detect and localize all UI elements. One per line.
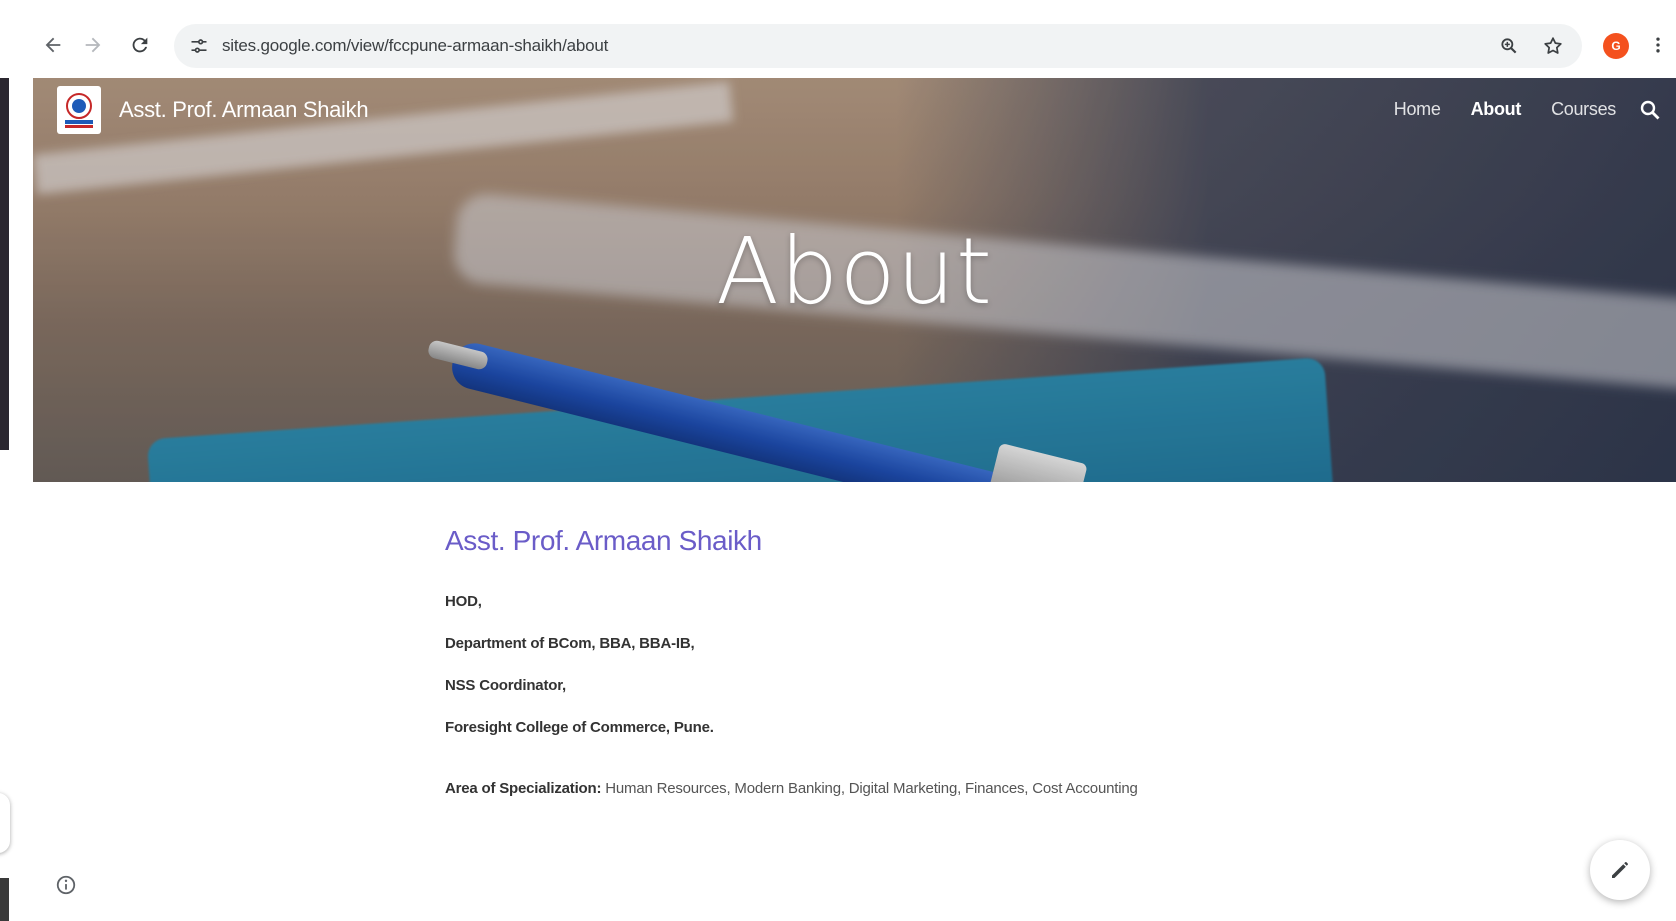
profile-avatar[interactable]: G [1603,33,1629,59]
browser-menu-button[interactable] [1646,30,1670,60]
site-navigation: Home About Courses [1394,99,1617,120]
nav-home[interactable]: Home [1394,99,1441,120]
main-content: Asst. Prof. Armaan Shaikh HOD, Departmen… [445,525,1345,797]
more-vert-icon [1656,37,1660,53]
college-emblem-icon [61,90,97,130]
url-text[interactable]: sites.google.com/view/fccpune-armaan-sha… [222,36,608,56]
site-logo[interactable] [57,86,101,134]
site-info-icon[interactable] [184,31,214,61]
specialization-value: Human Resources, Modern Banking, Digital… [601,780,1138,797]
browser-toolbar: sites.google.com/view/fccpune-armaan-sha… [0,0,1676,78]
left-panel-edge [0,78,33,921]
side-panel-strip-bottom [0,878,9,921]
back-button[interactable] [38,30,68,60]
profile-heading: Asst. Prof. Armaan Shaikh [445,525,762,556]
coordinator-line: NSS Coordinator, [445,677,566,694]
reload-icon [132,37,148,53]
arrow-right-icon [85,37,101,53]
college-line: Foresight College of Commerce, Pune. [445,719,714,736]
forward-button[interactable] [78,30,108,60]
bookmark-star-icon[interactable] [1540,33,1566,59]
department-line: Department of BCom, BBA, BBA-IB, [445,635,695,652]
role-line: HOD, [445,593,482,610]
info-icon [56,875,76,895]
specialization-label: Area of Specialization: [445,780,602,797]
hero-banner: Asst. Prof. Armaan Shaikh Home About Cou… [33,78,1676,482]
side-panel-handle[interactable] [0,793,10,853]
address-bar[interactable]: sites.google.com/view/fccpune-armaan-sha… [174,24,1582,68]
site-title[interactable]: Asst. Prof. Armaan Shaikh [119,97,369,123]
zoom-icon[interactable] [1496,33,1522,59]
nav-about[interactable]: About [1471,99,1522,120]
arrow-left-icon [45,37,61,53]
edit-button[interactable] [1590,840,1650,900]
site-search-button[interactable] [1636,96,1664,124]
side-panel-strip [0,78,9,450]
specialization-line: Area of Specialization: Human Resources,… [445,780,1345,797]
search-icon [1640,100,1660,120]
reload-button[interactable] [125,30,155,60]
page-title: About [715,218,993,325]
site-info-button[interactable] [54,873,78,897]
pencil-icon [1612,862,1628,878]
nav-courses[interactable]: Courses [1551,99,1616,120]
